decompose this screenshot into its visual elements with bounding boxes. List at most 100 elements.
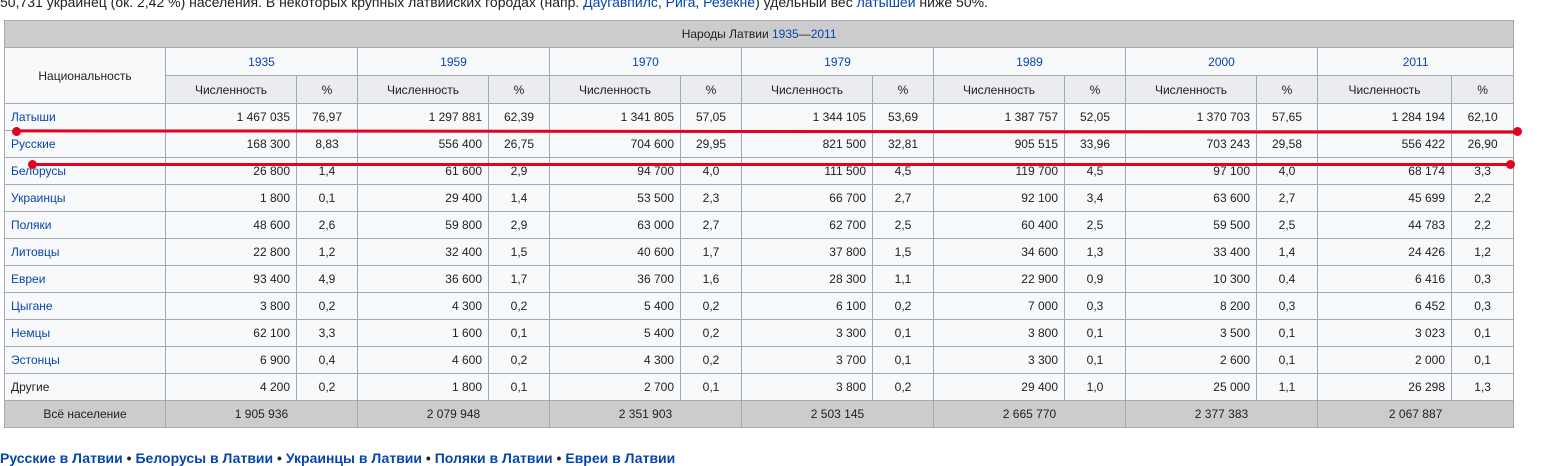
table-row: Цыгане 3 800 0,2 4 300 0,2 5 400 0,2 6 100 0,2 7 …	[4, 292, 1515, 320]
nationality-link[interactable]: Белорусы	[11, 164, 66, 178]
count-cell: 4 600	[357, 346, 489, 374]
link-rezekne[interactable]: Резекне	[703, 0, 755, 10]
year-header-1935[interactable]: 1935	[165, 47, 358, 76]
count-cell: 63 000	[549, 211, 681, 239]
percent-cell: 1,0	[1064, 373, 1126, 401]
count-cell: 3 500	[1125, 319, 1257, 347]
count-cell: 4 200	[165, 373, 297, 401]
count-cell: 33 400	[1125, 238, 1257, 266]
nationality-link[interactable]: Поляки	[11, 218, 52, 232]
caption-year-start-link[interactable]: 1935	[772, 27, 799, 41]
count-cell: 3 800	[165, 292, 297, 320]
percent-column-header: %	[1064, 75, 1126, 104]
percent-cell: 0,3	[1256, 292, 1318, 320]
annotation-dot-right-1	[1513, 127, 1522, 136]
percent-cell: 2,9	[488, 211, 550, 239]
count-cell: 1 467 035	[165, 103, 297, 131]
link-russians-in-latvia[interactable]: Русские в Латвии	[0, 450, 123, 466]
nationality-link[interactable]: Цыгане	[11, 299, 53, 313]
year-link[interactable]: 1970	[632, 55, 659, 69]
year-header-1979[interactable]: 1979	[741, 47, 934, 76]
percent-cell: 29,95	[680, 130, 742, 158]
nationality-link[interactable]: Украинцы	[11, 191, 66, 205]
year-link[interactable]: 1959	[440, 55, 467, 69]
percent-cell: 2,7	[872, 184, 934, 212]
caption-year-end-link[interactable]: 2011	[811, 27, 837, 41]
nationality-cell[interactable]: Эстонцы	[4, 346, 166, 374]
nationality-cell[interactable]: Немцы	[4, 319, 166, 347]
count-cell: 168 300	[165, 130, 297, 158]
count-cell: 556 422	[1317, 130, 1452, 158]
percent-cell: 26,90	[1450, 130, 1515, 158]
link-separator: •	[552, 450, 566, 466]
percent-cell: 29,58	[1256, 130, 1318, 158]
link-poles-in-latvia[interactable]: Поляки в Латвии	[435, 450, 553, 466]
annotation-dot-right-2	[1506, 160, 1515, 169]
nationality-cell[interactable]: Латыши	[4, 103, 166, 131]
percent-cell: 1,2	[1450, 238, 1515, 266]
link-jews-in-latvia[interactable]: Евреи в Латвии	[565, 450, 675, 466]
related-links: Русские в Латвии • Белорусы в Латвии • У…	[0, 450, 675, 466]
table-row: Другие 4 200 0,2 1 800 0,1 2 700 0,1 3 800 0,2 29…	[4, 373, 1515, 401]
link-ukrainians-in-latvia[interactable]: Украинцы в Латвии	[286, 450, 422, 466]
year-link[interactable]: 1989	[1016, 55, 1043, 69]
count-cell: 905 515	[933, 130, 1065, 158]
nationality-link[interactable]: Эстонцы	[11, 353, 60, 367]
count-cell: 66 700	[741, 184, 873, 212]
percent-cell: 0,2	[872, 292, 934, 320]
year-link[interactable]: 2011	[1403, 55, 1429, 69]
year-header-2000[interactable]: 2000	[1125, 47, 1318, 76]
percent-cell: 0,1	[1256, 319, 1318, 347]
nationality-link[interactable]: Немцы	[11, 326, 50, 340]
percent-column-header: %	[296, 75, 358, 104]
count-cell: 1 600	[357, 319, 489, 347]
percent-cell: 0,2	[872, 373, 934, 401]
year-link[interactable]: 1935	[248, 55, 275, 69]
intro-text-before: 50,731 украинец (ок. 2,42 %) населения. …	[0, 0, 584, 10]
total-value-cell: 2 079 948	[357, 400, 550, 428]
count-cell: 48 600	[165, 211, 297, 239]
total-label: Всё население	[4, 400, 166, 428]
nationality-link[interactable]: Литовцы	[11, 245, 60, 259]
count-cell: 44 783	[1317, 211, 1452, 239]
year-header-1970[interactable]: 1970	[549, 47, 742, 76]
year-header-2011[interactable]: 2011	[1316, 47, 1515, 76]
count-cell: 1 344 105	[741, 103, 873, 131]
count-cell: 4 300	[549, 346, 681, 374]
total-value-cell: 2 503 145	[741, 400, 934, 428]
link-latvians[interactable]: латышей	[857, 0, 916, 10]
nationality-link[interactable]: Латыши	[11, 110, 56, 124]
nationality-cell[interactable]: Цыгане	[4, 292, 166, 320]
population-table: Народы Латвии 1935—2011 Национальность 1…	[3, 20, 1515, 428]
link-daugavpils[interactable]: Даугавпилс	[583, 0, 658, 10]
percent-column-header: %	[872, 75, 934, 104]
percent-cell: 0,1	[488, 319, 550, 347]
count-cell: 26 800	[165, 157, 297, 185]
count-cell: 60 400	[933, 211, 1065, 239]
nationality-cell[interactable]: Поляки	[4, 211, 166, 239]
percent-cell: 62,10	[1450, 103, 1515, 131]
percent-cell: 1,4	[488, 184, 550, 212]
nationality-cell[interactable]: Евреи	[4, 265, 166, 293]
caption-text: Народы Латвии	[681, 27, 772, 41]
nationality-cell[interactable]: Украинцы	[4, 184, 166, 212]
year-link[interactable]: 2000	[1208, 55, 1235, 69]
year-header-1989[interactable]: 1989	[933, 47, 1126, 76]
link-riga[interactable]: Рига	[666, 0, 696, 10]
count-cell: 1 284 194	[1317, 103, 1452, 131]
nationality-cell[interactable]: Литовцы	[4, 238, 166, 266]
percent-cell: 2,5	[1256, 211, 1318, 239]
link-belarusians-in-latvia[interactable]: Белорусы в Латвии	[135, 450, 273, 466]
nationality-link[interactable]: Русские	[11, 137, 56, 151]
percent-cell: 1,6	[680, 265, 742, 293]
percent-cell: 0,1	[1064, 319, 1126, 347]
percent-cell: 0,1	[1450, 319, 1515, 347]
year-link[interactable]: 1979	[824, 55, 851, 69]
percent-cell: 0,2	[680, 292, 742, 320]
count-cell: 59 500	[1125, 211, 1257, 239]
nationality-link[interactable]: Евреи	[11, 272, 45, 286]
year-header-1959[interactable]: 1959	[357, 47, 550, 76]
percent-cell: 62,39	[488, 103, 550, 131]
nationality-cell[interactable]: Русские	[4, 130, 166, 158]
percent-cell: 1,4	[296, 157, 358, 185]
